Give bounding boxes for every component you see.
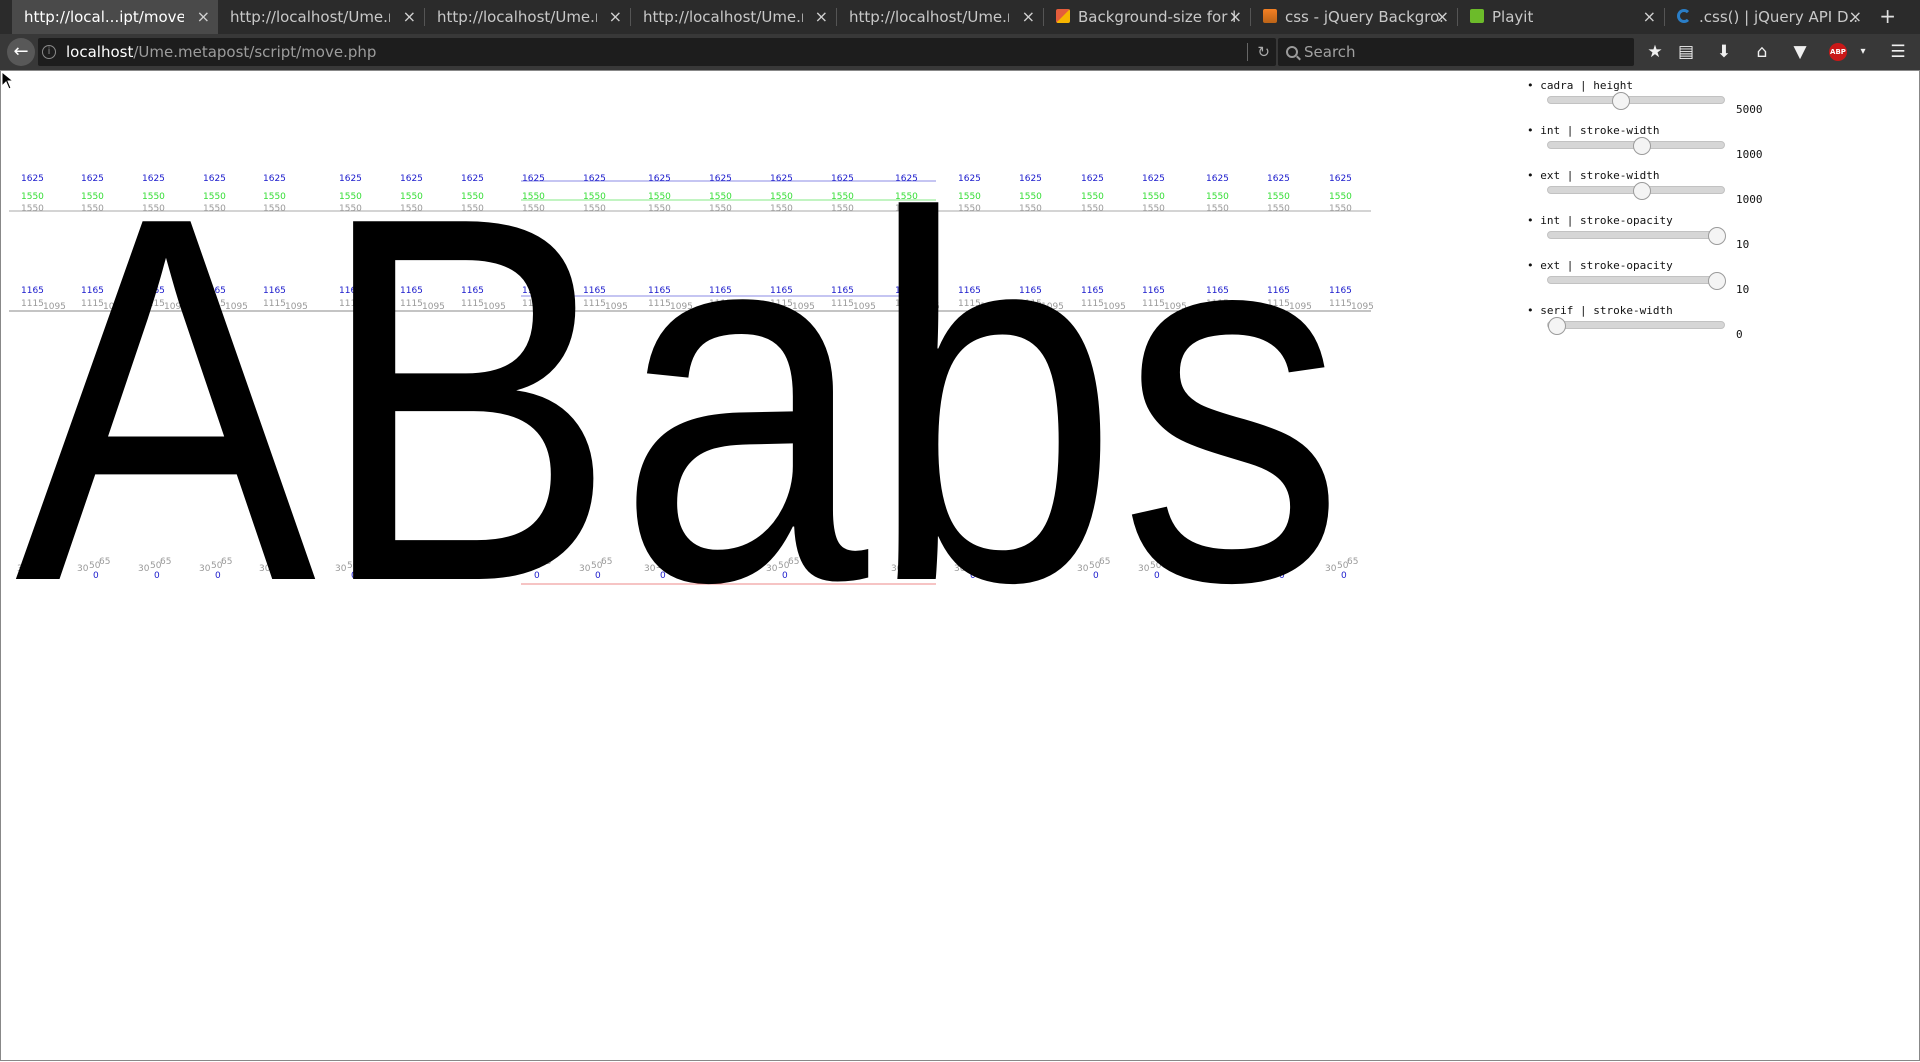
tab-localhost-2[interactable]: http://localhost/Ume.me... × [425,0,630,34]
tab-localhost-3[interactable]: http://localhost/Ume.me... × [631,0,836,34]
tab-move-php[interactable]: http://local...ipt/move.php × [12,0,218,34]
control-value: 0 [1736,328,1743,341]
tab-title: http://localhost/Ume.me... [230,8,390,26]
close-icon[interactable]: × [197,0,210,34]
adblock-icon[interactable]: ABP [1829,43,1847,61]
control-value: 10 [1736,238,1750,251]
ext-stroke-width-slider[interactable] [1547,182,1725,200]
control-value: 1000 [1736,148,1763,161]
control-value: 1000 [1736,193,1763,206]
search-input[interactable] [1304,38,1624,66]
control-int-stroke-opacity: int | stroke-opacity 10 [1527,214,1787,259]
tab-title: http://localhost/Ume.me... [849,8,1009,26]
url-bar[interactable]: i localhost/Ume.metapost/script/move.php… [38,38,1276,66]
control-serif-stroke-width: serif | stroke-width 0 [1527,304,1787,349]
tab-background-size[interactable]: Background-size for l... × [1044,0,1250,34]
close-icon[interactable]: × [1849,0,1862,34]
tab-strip: http://local...ipt/move.php × http://loc… [0,0,1920,34]
navigation-toolbar: ← i localhost/Ume.metapost/script/move.p… [0,34,1920,70]
control-label: ext | stroke-width [1527,169,1659,182]
slider-thumb[interactable] [1708,272,1726,290]
control-label: cadra | height [1527,79,1633,92]
close-icon[interactable]: × [1436,0,1449,34]
glyph-text: ABabs [15,109,1345,690]
close-icon[interactable]: × [609,0,622,34]
close-icon[interactable]: × [1022,0,1035,34]
tab-localhost-1[interactable]: http://localhost/Ume.me... × [218,0,424,34]
serif-stroke-width-slider[interactable] [1547,317,1725,335]
url-divider [1247,43,1248,61]
tab-jquery-background[interactable]: css - jQuery Backgro... × [1251,0,1457,34]
menu-icon[interactable]: ☰ [1884,38,1912,66]
controls-panel: cadra | height 5000 int | stroke-width 1… [1527,79,1787,349]
search-bar[interactable] [1278,38,1634,66]
int-stroke-opacity-slider[interactable] [1547,227,1726,245]
control-label: serif | stroke-width [1527,304,1672,317]
tab-title: http://localhost/Ume.me... [437,8,597,26]
slider-thumb[interactable] [1612,92,1630,110]
chevron-down-icon[interactable]: ▾ [1849,38,1877,66]
search-icon [1286,46,1298,58]
bookmark-star-icon[interactable]: ★ [1641,38,1669,66]
control-cadra-height: cadra | height 5000 [1527,79,1787,124]
metric-label-1095: 1095 [1351,302,1374,312]
close-icon[interactable]: × [815,0,828,34]
control-value: 5000 [1736,103,1763,116]
home-icon[interactable]: ⌂ [1748,38,1776,66]
metric-label-65: 65 [1347,557,1358,567]
int-stroke-width-slider[interactable] [1547,137,1725,155]
tab-title: css - jQuery Backgro... [1285,8,1445,26]
url-host: localhost [66,43,134,61]
close-icon[interactable]: × [403,0,416,34]
info-icon[interactable]: i [42,45,56,59]
control-ext-stroke-width: ext | stroke-width 1000 [1527,169,1787,214]
playit-icon [1470,8,1484,23]
pocket-icon[interactable]: ▼ [1786,38,1814,66]
back-button[interactable]: ← [7,38,35,66]
download-icon[interactable]: ⬇ [1710,38,1738,66]
new-tab-button[interactable]: + [1879,0,1896,32]
control-label: int | stroke-width [1527,124,1659,137]
stackoverflow-icon [1263,8,1277,23]
url-text[interactable]: localhost/Ume.metapost/script/move.php [66,38,376,66]
control-label: int | stroke-opacity [1527,214,1672,227]
brush-icon [1056,8,1070,23]
tab-title: http://local...ipt/move.php [24,8,184,26]
control-ext-stroke-opacity: ext | stroke-opacity 10 [1527,259,1787,304]
tab-title: .css() | jQuery API D... [1699,8,1859,26]
tab-title: Playit [1492,8,1534,26]
reload-icon[interactable]: ↻ [1257,38,1270,66]
url-path: /Ume.metapost/script/move.php [133,43,377,61]
slider-thumb[interactable] [1632,137,1651,155]
glyph-stage: 1625 1550 1550 1165 1115 1095 30 50 65 0 1625 1550 1… [1,71,1920,1062]
tab-title: Background-size for l... [1078,8,1238,26]
ext-stroke-opacity-slider[interactable] [1547,272,1726,290]
tab-title: http://localhost/Ume.me... [643,8,803,26]
page-content: 1625 1550 1550 1165 1115 1095 30 50 65 0 1625 1550 1… [0,70,1920,1061]
bookmarks-library-icon[interactable]: ▤ [1672,38,1700,66]
cadra-height-slider[interactable] [1547,92,1725,110]
close-icon[interactable]: × [1229,0,1242,34]
slider-thumb[interactable] [1632,182,1651,200]
close-icon[interactable]: × [1643,0,1656,34]
mouse-cursor-icon [1,71,15,90]
slider-thumb[interactable] [1548,317,1566,335]
jquery-icon [1677,8,1691,23]
control-label: ext | stroke-opacity [1527,259,1672,272]
control-value: 10 [1736,283,1750,296]
tab-playit[interactable]: Playit × [1458,0,1664,34]
tab-jquery-css[interactable]: .css() | jQuery API D... × [1665,0,1870,34]
control-int-stroke-width: int | stroke-width 1000 [1527,124,1787,169]
tab-localhost-4[interactable]: http://localhost/Ume.me... × [837,0,1043,34]
slider-thumb[interactable] [1708,227,1726,245]
